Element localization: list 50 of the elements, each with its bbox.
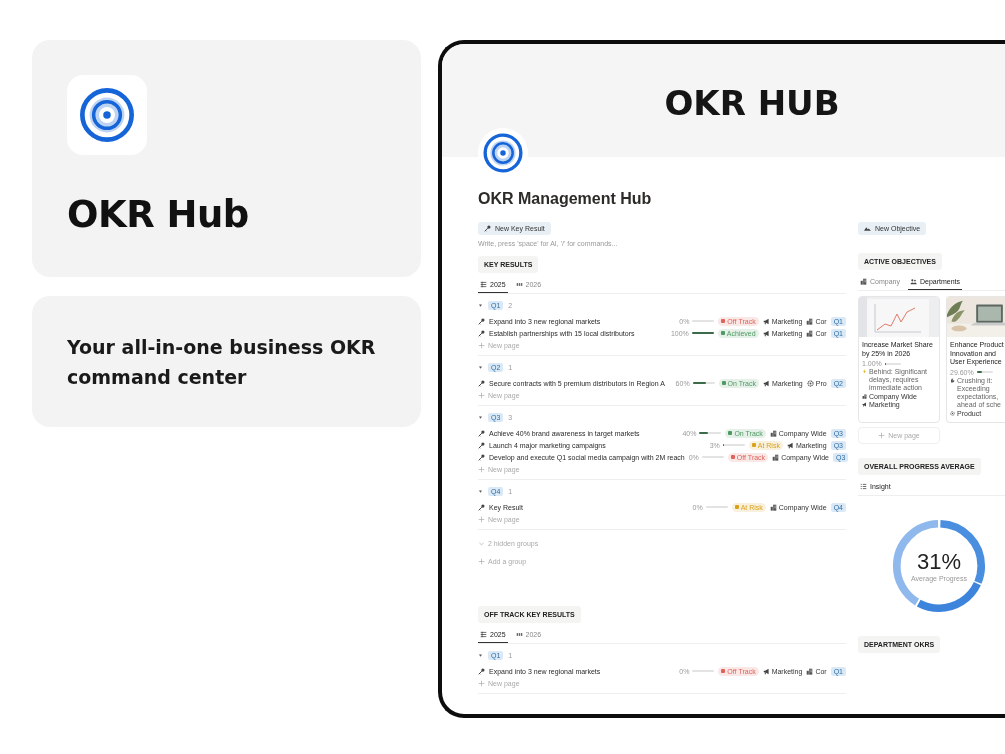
megaphone-icon (762, 317, 770, 325)
cover-title: OKR HUB (664, 82, 840, 123)
building-icon (862, 394, 867, 399)
plus-icon (478, 465, 485, 473)
plus-icon (478, 515, 485, 523)
caret-icon (478, 652, 483, 658)
megaphone-icon (763, 379, 770, 387)
mountain-icon (864, 225, 871, 232)
key-icon (478, 379, 485, 387)
plus-icon (878, 431, 886, 439)
building-icon (772, 453, 780, 461)
caret-icon (478, 488, 483, 494)
list-icon (860, 482, 867, 490)
cog-icon (950, 410, 955, 416)
board-icon (515, 631, 523, 638)
building-icon (769, 503, 777, 511)
key-icon (478, 317, 485, 325)
building-icon (806, 329, 814, 337)
plus-icon (478, 341, 485, 349)
megaphone-icon (762, 329, 770, 337)
cog-icon (806, 379, 814, 387)
tagline: Your all-in-one business OKR command center (67, 334, 377, 390)
caret-icon (478, 414, 483, 420)
megaphone-icon (786, 441, 794, 449)
key-icon (478, 453, 485, 461)
app-name: OKR Hub (67, 193, 250, 236)
key-icon (478, 667, 485, 675)
table-icon (480, 631, 487, 638)
table-icon (480, 281, 487, 288)
key-icon (484, 225, 491, 232)
building-icon (860, 278, 867, 285)
building-icon (769, 429, 777, 437)
caret-icon (478, 302, 483, 308)
people-icon (909, 278, 917, 285)
key-icon (478, 329, 485, 337)
caret-icon (478, 364, 483, 370)
plus-icon (478, 679, 485, 687)
megaphone-icon (762, 667, 770, 675)
plus-icon (478, 557, 485, 565)
board-icon (515, 281, 523, 288)
app-icon (67, 75, 147, 155)
building-icon (806, 667, 814, 675)
key-icon (478, 441, 485, 449)
key-icon (478, 429, 485, 437)
key-icon (478, 503, 485, 511)
page-title: OKR Management Hub (478, 190, 653, 208)
average-value: 31% (916, 549, 961, 575)
building-icon (806, 317, 814, 325)
megaphone-icon (862, 402, 867, 407)
plus-icon (478, 391, 485, 399)
